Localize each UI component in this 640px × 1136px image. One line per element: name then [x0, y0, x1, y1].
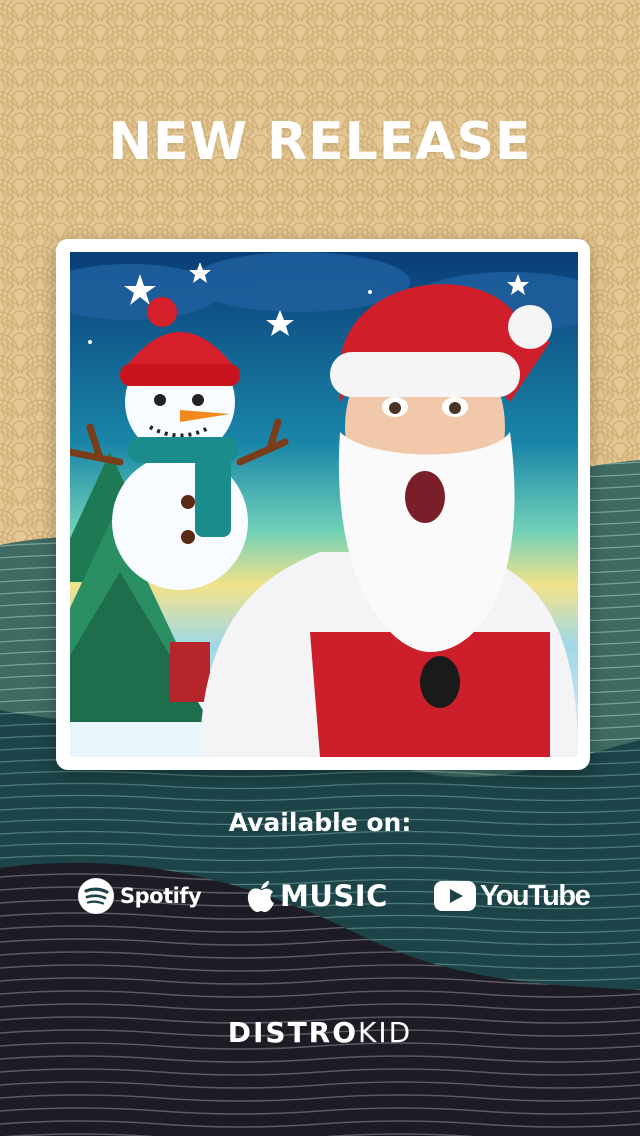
youtube-play-icon	[434, 881, 476, 911]
distrokid-logo-light: KID	[358, 1016, 413, 1049]
cover-art-frame[interactable]	[56, 239, 590, 770]
spotify-icon	[78, 878, 114, 914]
distrokid-logo: DISTROKID	[0, 1016, 640, 1049]
available-on-label: Available on:	[228, 808, 412, 837]
spotify-link[interactable]: Spotify	[78, 874, 202, 918]
headline: NEW RELEASE	[108, 112, 532, 172]
youtube-label: YouTube	[480, 879, 591, 912]
apple-icon	[247, 881, 274, 912]
distrokid-logo-bold: DISTRO	[227, 1016, 359, 1049]
apple-music-link[interactable]: MUSIC	[246, 874, 388, 918]
spotify-label: Spotify	[120, 884, 202, 908]
youtube-link[interactable]: YouTube	[434, 874, 591, 918]
apple-music-label: MUSIC	[280, 879, 388, 913]
cover-art-image	[70, 252, 578, 757]
